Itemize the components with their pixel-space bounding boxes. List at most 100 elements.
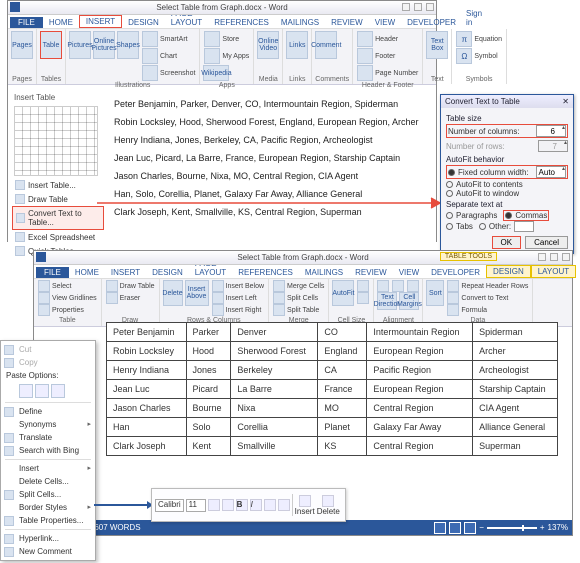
sep-other-input[interactable] — [514, 221, 534, 232]
table-cell[interactable]: Starship Captain — [473, 380, 558, 399]
textbox-button[interactable]: Text Box — [426, 31, 448, 59]
tab-developer[interactable]: DEVELOPER — [401, 17, 462, 28]
table-row[interactable]: Clark JosephKentSmallvilleKSCentral Regi… — [107, 437, 558, 456]
tab2-mailings[interactable]: MAILINGS — [299, 267, 349, 278]
table-cell[interactable]: Clark Joseph — [107, 437, 187, 456]
table-cell[interactable]: Pacific Region — [367, 361, 473, 380]
file-tab[interactable]: FILE — [10, 17, 43, 28]
table-cell[interactable]: Peter Benjamin — [107, 323, 187, 342]
tab-view[interactable]: VIEW — [369, 17, 401, 28]
sep-other-radio[interactable]: Other: — [479, 221, 534, 232]
online-video-button[interactable]: Online Video — [257, 31, 279, 59]
table-cell[interactable]: Superman — [473, 437, 558, 456]
paste-option[interactable] — [51, 384, 65, 398]
table-cell[interactable]: Hood — [186, 342, 231, 361]
styles-icon[interactable] — [278, 499, 290, 511]
header-button[interactable]: Header — [375, 36, 398, 43]
ctx-table-properties[interactable]: Table Properties... — [1, 514, 95, 527]
tab-design[interactable]: DESIGN — [122, 17, 165, 28]
table-cell[interactable]: Smallville — [231, 437, 318, 456]
table-cell[interactable]: Jason Charles — [107, 399, 187, 418]
autofit-contents-radio[interactable]: AutoFit to contents — [446, 180, 568, 189]
chart-button[interactable]: Chart — [160, 53, 177, 60]
autofit-button[interactable]: AutoFit — [332, 280, 354, 306]
delete-icon[interactable] — [322, 495, 334, 507]
table-cell[interactable]: Planet — [318, 418, 367, 437]
tab-insert[interactable]: INSERT — [79, 15, 122, 28]
table-row[interactable]: HanSoloCorelliaPlanetGalaxy Far AwayAlli… — [107, 418, 558, 437]
shrink-font-icon[interactable] — [222, 499, 234, 511]
table-cell[interactable]: European Region — [367, 342, 473, 361]
width-input[interactable] — [356, 292, 370, 304]
tab-home[interactable]: HOME — [43, 17, 79, 28]
menu-insert-table[interactable]: Insert Table... — [12, 178, 104, 192]
zoom-value[interactable]: 137% — [548, 523, 568, 532]
tab-review[interactable]: REVIEW — [325, 17, 369, 28]
store-button[interactable]: Store — [222, 36, 239, 43]
equation-button[interactable]: Equation — [474, 36, 502, 43]
table-cell[interactable]: Henry Indiana — [107, 361, 187, 380]
ctx-synonyms[interactable]: Synonyms — [1, 418, 95, 431]
delete-button[interactable]: Delete — [163, 280, 183, 306]
table-cell[interactable]: European Region — [367, 380, 473, 399]
formula-button[interactable]: Formula — [446, 304, 529, 316]
table-cell[interactable]: Berkeley — [231, 361, 318, 380]
paste-option[interactable] — [19, 384, 33, 398]
table-row[interactable]: Robin LocksleyHoodSherwood ForestEngland… — [107, 342, 558, 361]
tab2-view[interactable]: VIEW — [393, 267, 425, 278]
document-text[interactable]: Peter Benjamin, Parker, Denver, CO, Inte… — [104, 91, 436, 258]
insert-left-button[interactable]: Insert Left — [211, 292, 266, 304]
align-icon[interactable] — [392, 280, 404, 292]
convert-to-text-button[interactable]: Convert to Text — [446, 292, 529, 304]
cellmargins-button[interactable]: Cell Margins — [399, 292, 419, 310]
tab-references[interactable]: REFERENCES — [208, 17, 275, 28]
ctx-split-cells[interactable]: Split Cells... — [1, 488, 95, 501]
eraser-button[interactable]: Eraser — [105, 292, 156, 304]
tab-mailings[interactable]: MAILINGS — [275, 17, 325, 28]
table-cell[interactable]: England — [318, 342, 367, 361]
online-pictures-button[interactable]: Online Pictures — [93, 31, 115, 59]
repeat-header-button[interactable]: Repeat Header Rows — [446, 280, 529, 292]
file-tab-2[interactable]: FILE — [36, 267, 69, 278]
autofit-window-radio[interactable]: AutoFit to window — [446, 189, 568, 198]
shapes-button[interactable]: Shapes — [117, 31, 139, 59]
grow-font-icon[interactable] — [208, 499, 220, 511]
ctx-copy[interactable]: Copy — [1, 356, 95, 369]
menu-convert-text-to-table[interactable]: Convert Text to Table... — [12, 206, 104, 230]
fontsize-select[interactable]: 11 — [186, 499, 206, 512]
table-cell[interactable]: France — [318, 380, 367, 399]
sep-tabs-radio[interactable]: Tabs — [446, 221, 473, 232]
table-cell[interactable]: Corellia — [231, 418, 318, 437]
gridlines-button[interactable]: View Gridlines — [37, 292, 98, 304]
fixed-width-input[interactable] — [536, 166, 566, 178]
table-row[interactable]: Peter BenjaminParkerDenverCOIntermountai… — [107, 323, 558, 342]
table-cell[interactable]: Picard — [186, 380, 231, 399]
table-cell[interactable]: Central Region — [367, 399, 473, 418]
properties-button[interactable]: Properties — [37, 304, 98, 316]
ctx-hyperlink[interactable]: Hyperlink... — [1, 532, 95, 545]
italic-icon[interactable]: I — [250, 499, 262, 511]
table-cell[interactable]: Robin Locksley — [107, 342, 187, 361]
ctx-define[interactable]: Define — [1, 405, 95, 418]
ctx-border-styles[interactable]: Border Styles — [1, 501, 95, 514]
insert-right-button[interactable]: Insert Right — [211, 304, 266, 316]
insert-below-button[interactable]: Insert Below — [211, 280, 266, 292]
ok-button[interactable]: OK — [492, 236, 522, 249]
table-cell[interactable]: Jean Luc — [107, 380, 187, 399]
table-cell[interactable]: Galaxy Far Away — [367, 418, 473, 437]
table-cell[interactable]: CIA Agent — [473, 399, 558, 418]
table-cell[interactable]: Archer — [473, 342, 558, 361]
footer-button[interactable]: Footer — [375, 53, 395, 60]
tab2-home[interactable]: HOME — [69, 267, 105, 278]
split-table-button[interactable]: Split Table — [272, 304, 325, 316]
smartart-button[interactable]: SmartArt — [160, 36, 188, 43]
table-cell[interactable]: Central Region — [367, 437, 473, 456]
word-count[interactable]: 607 WORDS — [94, 523, 140, 532]
table-row[interactable]: Henry IndianaJonesBerkeleyCAPacific Regi… — [107, 361, 558, 380]
height-input[interactable] — [356, 280, 370, 292]
dialog-close-icon[interactable]: ✕ — [562, 97, 569, 106]
cancel-button[interactable]: Cancel — [525, 236, 568, 249]
table-cell[interactable]: Han — [107, 418, 187, 437]
min-button[interactable] — [538, 253, 546, 261]
ctx-insert[interactable]: Insert — [1, 462, 95, 475]
